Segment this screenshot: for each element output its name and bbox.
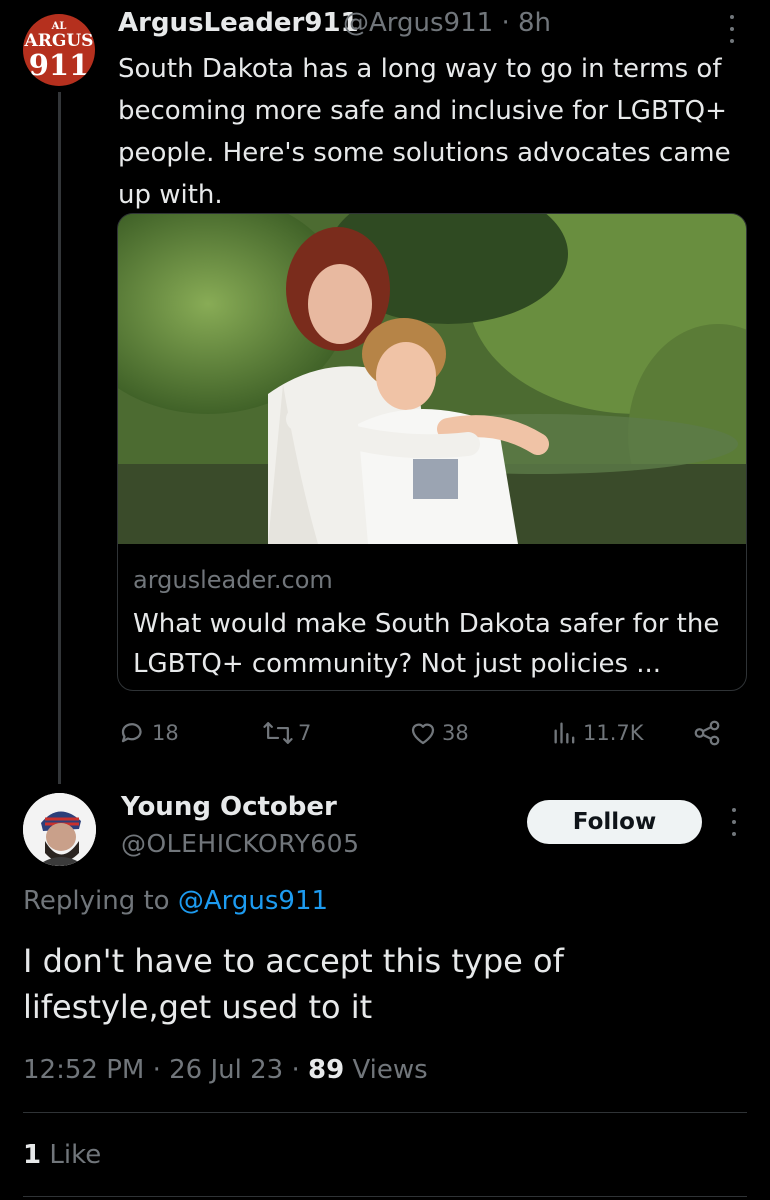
reply-likes-label: Like bbox=[49, 1140, 102, 1170]
reply-likes-count: 1 bbox=[23, 1140, 42, 1170]
reply-views-count: 89 bbox=[307, 1055, 345, 1085]
author-handle[interactable]: @Argus911 bbox=[343, 8, 493, 38]
replying-prefix: Replying to bbox=[23, 886, 170, 916]
tweet-text: South Dakota has a long way to go in ter… bbox=[118, 54, 731, 210]
views-count: 11.7K bbox=[583, 721, 644, 745]
link-card[interactable]: argusleader.com What would make South Da… bbox=[117, 213, 747, 691]
reply-time[interactable]: 12:52 PM bbox=[23, 1055, 144, 1085]
share-icon bbox=[694, 720, 720, 746]
reply-likes[interactable]: 1 Like bbox=[23, 1140, 101, 1170]
repost-action[interactable]: 7 bbox=[262, 716, 311, 750]
reply-views-label: Views bbox=[352, 1055, 428, 1085]
replying-to: Replying to @Argus911 bbox=[23, 886, 328, 916]
reply-icon bbox=[121, 723, 142, 743]
divider bbox=[23, 1196, 747, 1197]
like-count: 38 bbox=[442, 721, 469, 745]
heart-icon bbox=[411, 723, 435, 745]
like-action[interactable]: 38 bbox=[408, 716, 469, 750]
card-title: What would make South Dakota safer for t… bbox=[133, 609, 720, 679]
author-meta: @Argus911 · 8h bbox=[343, 8, 551, 38]
tweet-time[interactable]: 8h bbox=[518, 8, 551, 38]
reply-text: I don't have to accept this type of life… bbox=[23, 942, 564, 1026]
thread-connector-line bbox=[58, 92, 61, 784]
views-action[interactable]: 11.7K bbox=[551, 716, 644, 750]
views-icon bbox=[554, 722, 575, 744]
author-display-name[interactable]: ArgusLeader911 bbox=[118, 8, 359, 38]
card-photo bbox=[118, 214, 746, 544]
repost-count: 7 bbox=[298, 721, 312, 745]
reply-more-options-icon[interactable] bbox=[727, 806, 741, 846]
share-action[interactable] bbox=[692, 716, 726, 750]
avatar-logo-line3: 911 bbox=[28, 48, 90, 82]
reply-meta: 12:52 PM · 26 Jul 23 · 89 Views bbox=[23, 1055, 428, 1085]
follow-button[interactable]: Follow bbox=[527, 800, 702, 844]
reply-handle[interactable]: @OLEHICKORY605 bbox=[121, 829, 360, 858]
reply-display-name[interactable]: Young October bbox=[121, 792, 337, 822]
reply-count: 18 bbox=[152, 721, 179, 745]
repost-icon bbox=[263, 722, 293, 744]
more-options-icon[interactable] bbox=[725, 13, 739, 53]
meta-separator: · bbox=[501, 8, 510, 38]
reply-action[interactable]: 18 bbox=[118, 716, 179, 750]
divider bbox=[23, 1112, 747, 1113]
card-domain: argusleader.com bbox=[133, 566, 333, 594]
reply-avatar[interactable] bbox=[23, 793, 96, 866]
replying-mention[interactable]: @Argus911 bbox=[178, 886, 328, 916]
argus-avatar[interactable]: AL ARGUS 911 bbox=[23, 14, 95, 86]
reply-date[interactable]: 26 Jul 23 bbox=[169, 1055, 283, 1085]
